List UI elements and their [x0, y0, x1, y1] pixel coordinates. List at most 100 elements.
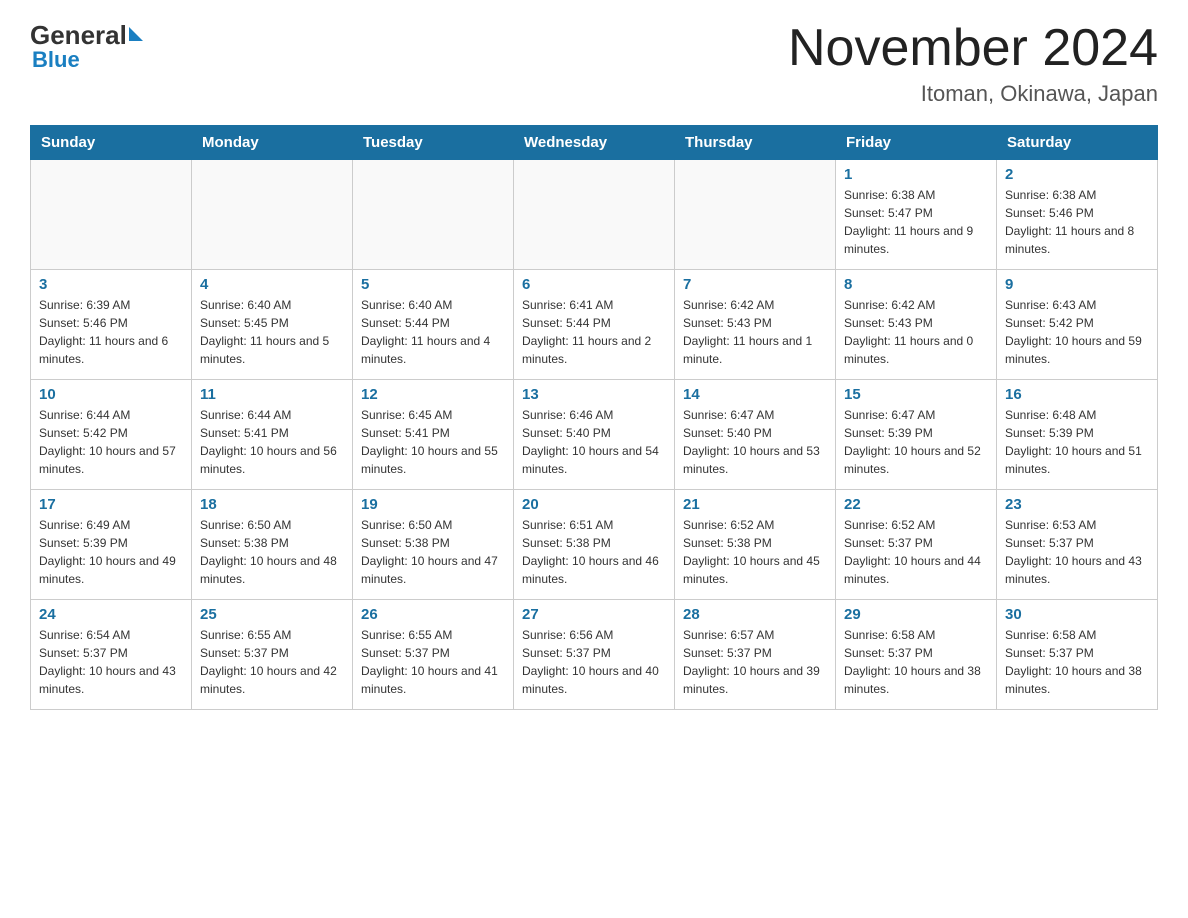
- calendar-cell: 1Sunrise: 6:38 AM Sunset: 5:47 PM Daylig…: [836, 160, 997, 270]
- day-number: 14: [683, 386, 827, 403]
- calendar-cell: [353, 160, 514, 270]
- day-number: 25: [200, 606, 344, 623]
- day-info: Sunrise: 6:47 AM Sunset: 5:40 PM Dayligh…: [683, 406, 827, 478]
- day-info: Sunrise: 6:53 AM Sunset: 5:37 PM Dayligh…: [1005, 516, 1149, 588]
- calendar-week-row: 3Sunrise: 6:39 AM Sunset: 5:46 PM Daylig…: [31, 270, 1158, 380]
- day-number: 9: [1005, 276, 1149, 293]
- day-number: 28: [683, 606, 827, 623]
- day-number: 15: [844, 386, 988, 403]
- calendar-cell: 5 Sunrise: 6:40 AM Sunset: 5:44 PM Daylig…: [353, 270, 514, 380]
- calendar-cell: 27 Sunrise: 6:56 AM Sunset: 5:37 PM Dayli…: [514, 600, 675, 710]
- day-number: 19: [361, 496, 505, 513]
- calendar-week-row: 17 Sunrise: 6:49 AM Sunset: 5:39 PM Dayli…: [31, 490, 1158, 600]
- day-info: Sunrise: 6:44 AM Sunset: 5:42 PM Dayligh…: [39, 406, 183, 478]
- day-info: Sunrise: 6:43 AM Sunset: 5:42 PM Dayligh…: [1005, 296, 1149, 368]
- calendar-cell: 12 Sunrise: 6:45 AM Sunset: 5:41 PM Dayli…: [353, 380, 514, 490]
- day-info: Sunrise: 6:46 AM Sunset: 5:40 PM Dayligh…: [522, 406, 666, 478]
- calendar-cell: 2 Sunrise: 6:38 AM Sunset: 5:46 PM Daylig…: [997, 160, 1158, 270]
- day-number: 13: [522, 386, 666, 403]
- day-info: Sunrise: 6:50 AM Sunset: 5:38 PM Dayligh…: [361, 516, 505, 588]
- day-number: 20: [522, 496, 666, 513]
- day-info: Sunrise: 6:39 AM Sunset: 5:46 PM Dayligh…: [39, 296, 183, 368]
- logo-blue: Blue: [32, 47, 80, 73]
- day-number: 16: [1005, 386, 1149, 403]
- calendar-cell: 18Sunrise: 6:50 AM Sunset: 5:38 PM Dayli…: [192, 490, 353, 600]
- day-number: 26: [361, 606, 505, 623]
- calendar-cell: 10 Sunrise: 6:44 AM Sunset: 5:42 PM Dayli…: [31, 380, 192, 490]
- calendar-cell: 6 Sunrise: 6:41 AM Sunset: 5:44 PM Daylig…: [514, 270, 675, 380]
- calendar-cell: 29Sunrise: 6:58 AM Sunset: 5:37 PM Dayli…: [836, 600, 997, 710]
- calendar-cell: 28 Sunrise: 6:57 AM Sunset: 5:37 PM Dayli…: [675, 600, 836, 710]
- calendar-week-row: 24Sunrise: 6:54 AM Sunset: 5:37 PM Dayli…: [31, 600, 1158, 710]
- day-number: 29: [844, 606, 988, 623]
- day-number: 21: [683, 496, 827, 513]
- day-info: Sunrise: 6:44 AM Sunset: 5:41 PM Dayligh…: [200, 406, 344, 478]
- day-info: Sunrise: 6:47 AM Sunset: 5:39 PM Dayligh…: [844, 406, 988, 478]
- calendar-cell: 21 Sunrise: 6:52 AM Sunset: 5:38 PM Dayli…: [675, 490, 836, 600]
- day-number: 22: [844, 496, 988, 513]
- calendar-cell: [514, 160, 675, 270]
- calendar-cell: 24Sunrise: 6:54 AM Sunset: 5:37 PM Dayli…: [31, 600, 192, 710]
- weekday-header-saturday: Saturday: [997, 126, 1158, 160]
- day-info: Sunrise: 6:38 AM Sunset: 5:46 PM Dayligh…: [1005, 186, 1149, 258]
- day-number: 10: [39, 386, 183, 403]
- day-info: Sunrise: 6:48 AM Sunset: 5:39 PM Dayligh…: [1005, 406, 1149, 478]
- weekday-header-wednesday: Wednesday: [514, 126, 675, 160]
- calendar-cell: 14 Sunrise: 6:47 AM Sunset: 5:40 PM Dayli…: [675, 380, 836, 490]
- calendar-table: SundayMondayTuesdayWednesdayThursdayFrid…: [30, 125, 1158, 710]
- day-number: 17: [39, 496, 183, 513]
- day-number: 11: [200, 386, 344, 403]
- day-number: 4: [200, 276, 344, 293]
- calendar-cell: 19 Sunrise: 6:50 AM Sunset: 5:38 PM Dayli…: [353, 490, 514, 600]
- calendar-cell: 3Sunrise: 6:39 AM Sunset: 5:46 PM Daylig…: [31, 270, 192, 380]
- weekday-header-friday: Friday: [836, 126, 997, 160]
- day-number: 27: [522, 606, 666, 623]
- day-info: Sunrise: 6:45 AM Sunset: 5:41 PM Dayligh…: [361, 406, 505, 478]
- day-info: Sunrise: 6:57 AM Sunset: 5:37 PM Dayligh…: [683, 626, 827, 698]
- calendar-cell: [192, 160, 353, 270]
- calendar-week-row: 1Sunrise: 6:38 AM Sunset: 5:47 PM Daylig…: [31, 160, 1158, 270]
- calendar-cell: 9 Sunrise: 6:43 AM Sunset: 5:42 PM Daylig…: [997, 270, 1158, 380]
- calendar-cell: 23 Sunrise: 6:53 AM Sunset: 5:37 PM Dayli…: [997, 490, 1158, 600]
- calendar-cell: 17 Sunrise: 6:49 AM Sunset: 5:39 PM Dayli…: [31, 490, 192, 600]
- day-number: 5: [361, 276, 505, 293]
- day-info: Sunrise: 6:52 AM Sunset: 5:38 PM Dayligh…: [683, 516, 827, 588]
- month-title: November 2024: [788, 20, 1158, 77]
- title-area: November 2024 Itoman, Okinawa, Japan: [788, 20, 1158, 107]
- calendar-cell: 11 Sunrise: 6:44 AM Sunset: 5:41 PM Dayli…: [192, 380, 353, 490]
- calendar-cell: 30 Sunrise: 6:58 AM Sunset: 5:37 PM Dayli…: [997, 600, 1158, 710]
- calendar-cell: 15 Sunrise: 6:47 AM Sunset: 5:39 PM Dayli…: [836, 380, 997, 490]
- calendar-cell: 4 Sunrise: 6:40 AM Sunset: 5:45 PM Daylig…: [192, 270, 353, 380]
- day-number: 23: [1005, 496, 1149, 513]
- day-info: Sunrise: 6:55 AM Sunset: 5:37 PM Dayligh…: [361, 626, 505, 698]
- day-info: Sunrise: 6:40 AM Sunset: 5:44 PM Dayligh…: [361, 296, 505, 368]
- day-number: 12: [361, 386, 505, 403]
- day-number: 2: [1005, 166, 1149, 183]
- calendar-cell: [31, 160, 192, 270]
- day-info: Sunrise: 6:41 AM Sunset: 5:44 PM Dayligh…: [522, 296, 666, 368]
- logo: General Blue: [30, 20, 143, 73]
- day-number: 6: [522, 276, 666, 293]
- calendar-cell: 8Sunrise: 6:42 AM Sunset: 5:43 PM Daylig…: [836, 270, 997, 380]
- day-info: Sunrise: 6:42 AM Sunset: 5:43 PM Dayligh…: [844, 296, 988, 368]
- day-info: Sunrise: 6:40 AM Sunset: 5:45 PM Dayligh…: [200, 296, 344, 368]
- weekday-header-tuesday: Tuesday: [353, 126, 514, 160]
- calendar-cell: 25 Sunrise: 6:55 AM Sunset: 5:37 PM Dayli…: [192, 600, 353, 710]
- day-info: Sunrise: 6:56 AM Sunset: 5:37 PM Dayligh…: [522, 626, 666, 698]
- day-number: 18: [200, 496, 344, 513]
- day-number: 30: [1005, 606, 1149, 623]
- day-number: 7: [683, 276, 827, 293]
- weekday-header-thursday: Thursday: [675, 126, 836, 160]
- calendar-cell: 16 Sunrise: 6:48 AM Sunset: 5:39 PM Dayli…: [997, 380, 1158, 490]
- day-info: Sunrise: 6:58 AM Sunset: 5:37 PM Dayligh…: [1005, 626, 1149, 698]
- calendar-cell: [675, 160, 836, 270]
- day-info: Sunrise: 6:54 AM Sunset: 5:37 PM Dayligh…: [39, 626, 183, 698]
- day-info: Sunrise: 6:55 AM Sunset: 5:37 PM Dayligh…: [200, 626, 344, 698]
- header: General Blue November 2024 Itoman, Okina…: [30, 20, 1158, 107]
- calendar-cell: 22Sunrise: 6:52 AM Sunset: 5:37 PM Dayli…: [836, 490, 997, 600]
- day-info: Sunrise: 6:49 AM Sunset: 5:39 PM Dayligh…: [39, 516, 183, 588]
- day-info: Sunrise: 6:38 AM Sunset: 5:47 PM Dayligh…: [844, 186, 988, 258]
- calendar-cell: 7 Sunrise: 6:42 AM Sunset: 5:43 PM Daylig…: [675, 270, 836, 380]
- day-info: Sunrise: 6:42 AM Sunset: 5:43 PM Dayligh…: [683, 296, 827, 368]
- day-info: Sunrise: 6:51 AM Sunset: 5:38 PM Dayligh…: [522, 516, 666, 588]
